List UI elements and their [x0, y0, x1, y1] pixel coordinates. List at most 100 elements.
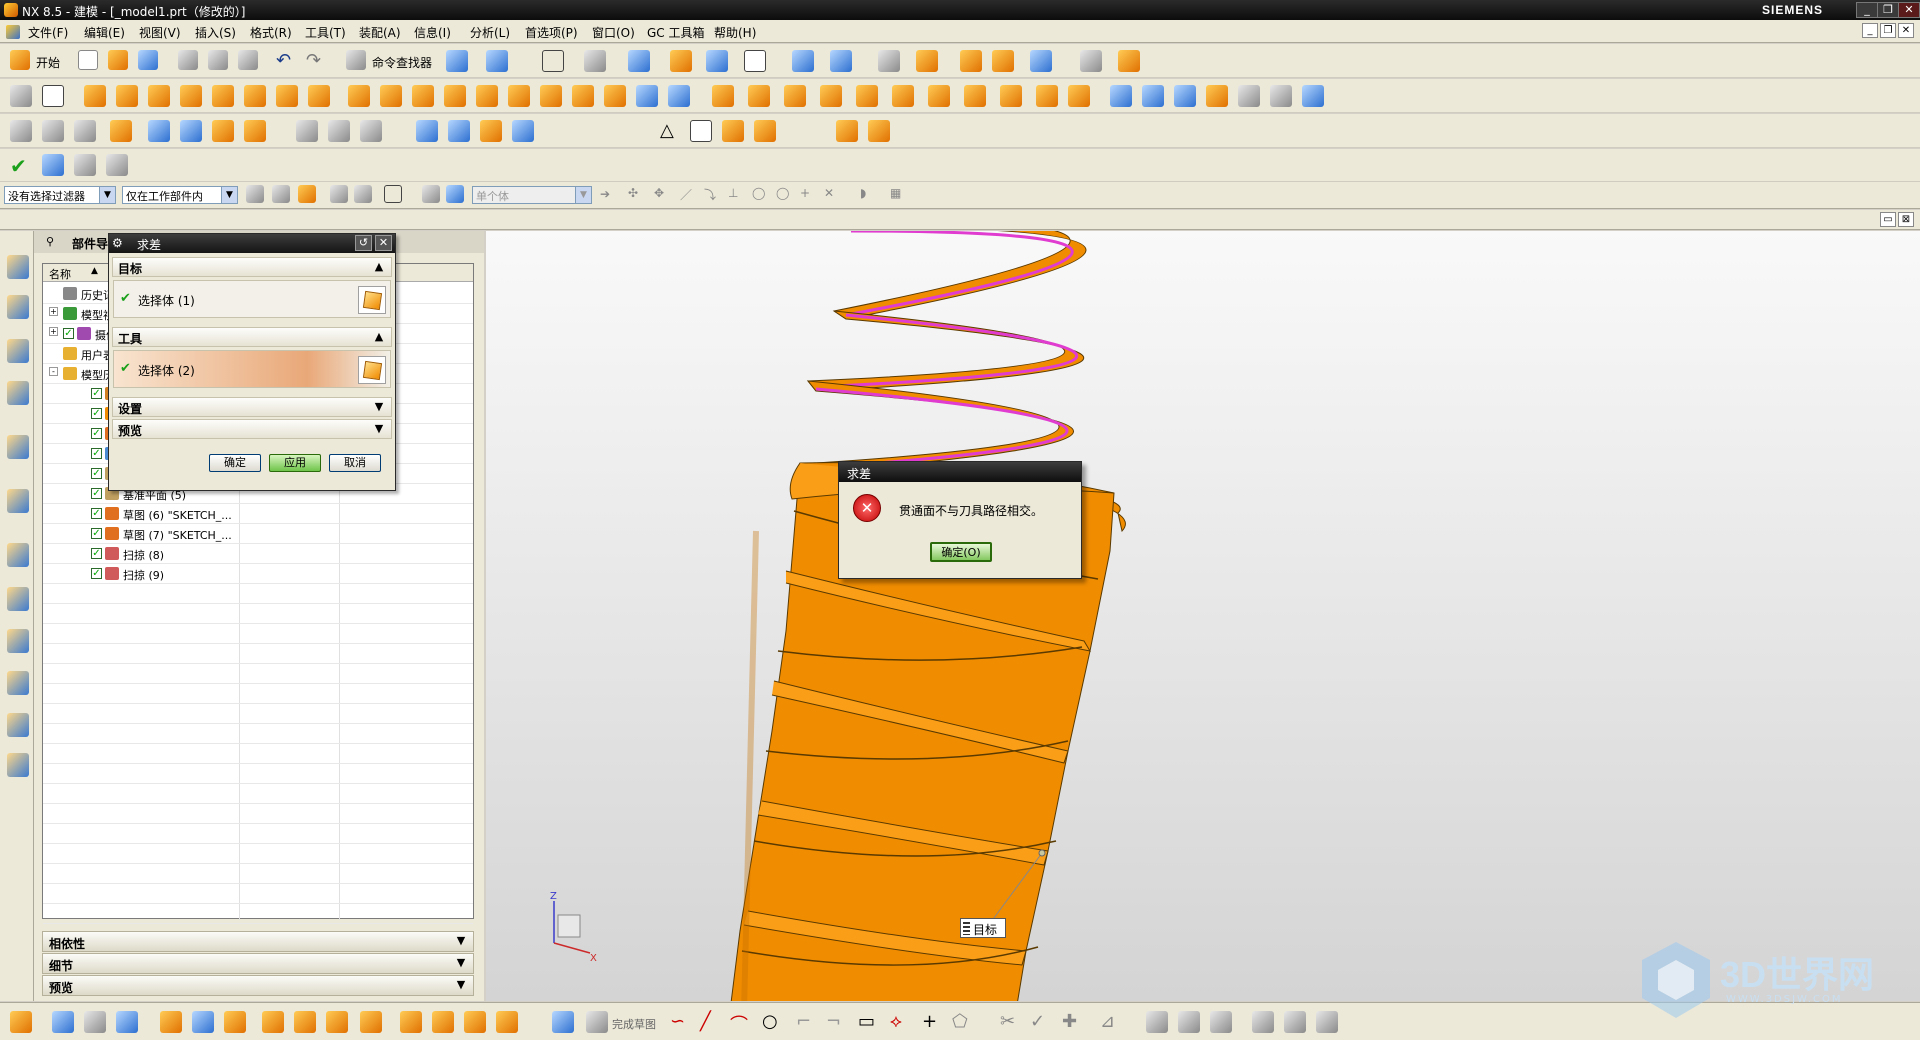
toolbar-icon[interactable]: [928, 85, 950, 107]
toolbar-icon[interactable]: [830, 50, 852, 72]
settings-section-header[interactable]: 设置 ▼: [112, 397, 392, 417]
type-filter-dropdown[interactable]: 没有选择过滤器 ▼: [4, 186, 116, 204]
expand-icon[interactable]: +: [49, 307, 58, 316]
new-file-icon[interactable]: [78, 50, 98, 70]
toolbar-icon[interactable]: [10, 1011, 32, 1033]
menu-gc-toolbox[interactable]: GC 工具箱: [647, 24, 705, 41]
minimize-button[interactable]: _: [1856, 2, 1878, 18]
snap-icon[interactable]: ◗: [860, 186, 866, 200]
toolbar-icon[interactable]: [212, 120, 234, 142]
finish-sketch-icon[interactable]: [586, 1011, 608, 1033]
background-icon[interactable]: [744, 50, 766, 72]
toolbar-icon[interactable]: [148, 120, 170, 142]
section-dependencies[interactable]: 相依性 ▼: [42, 931, 474, 952]
menu-window[interactable]: 窗口(O): [592, 24, 635, 41]
toolbar-icon[interactable]: [180, 120, 202, 142]
part-navigator-icon[interactable]: [7, 339, 29, 363]
save-icon[interactable]: [138, 50, 158, 70]
toolbar-icon[interactable]: [422, 185, 440, 203]
visibility-checkbox[interactable]: ✓: [91, 568, 102, 579]
redo-icon[interactable]: ↷: [306, 50, 321, 71]
toolbar-icon[interactable]: [636, 85, 658, 107]
toolbar-icon[interactable]: [262, 1011, 284, 1033]
unite-icon[interactable]: [348, 85, 370, 107]
target-select-body-row[interactable]: ✔ 选择体 (1): [113, 280, 391, 318]
toolbar-icon[interactable]: [446, 50, 468, 72]
tool-select-body-row[interactable]: ✔ 选择体 (2): [113, 350, 391, 388]
restore-button[interactable]: ❐: [1877, 2, 1899, 18]
maximize-view-icon[interactable]: ⊠: [1898, 212, 1914, 227]
extend-icon[interactable]: ✓: [1030, 1011, 1045, 1032]
column-header-name[interactable]: 名称: [49, 266, 71, 282]
toolbar-icon[interactable]: [1036, 85, 1058, 107]
history-icon[interactable]: [7, 543, 29, 567]
toolbar-icon[interactable]: [1142, 85, 1164, 107]
snap-icon[interactable]: ▦: [890, 186, 901, 200]
toolbar-icon[interactable]: [52, 1011, 74, 1033]
toolbar-icon[interactable]: [480, 120, 502, 142]
toolbar-icon[interactable]: [1210, 1011, 1232, 1033]
toolbar-icon[interactable]: [486, 50, 508, 72]
visibility-checkbox[interactable]: ✓: [91, 488, 102, 499]
select-body-button[interactable]: [358, 286, 386, 314]
circle-icon[interactable]: ○: [762, 1011, 778, 1032]
expand-icon[interactable]: +: [49, 327, 58, 336]
tree-row[interactable]: ✓ 扫掠 (9): [43, 564, 473, 584]
visibility-checkbox[interactable]: ✓: [91, 528, 102, 539]
collapse-icon[interactable]: -: [49, 367, 58, 376]
corner-icon[interactable]: ✚: [1062, 1011, 1077, 1032]
graphics-window[interactable]: Z X: [486, 218, 1920, 1012]
toolbar-icon[interactable]: [540, 85, 562, 107]
open-folder-icon[interactable]: [108, 50, 128, 70]
snap-icon[interactable]: ◯: [776, 186, 789, 200]
toolbar-icon[interactable]: [160, 1011, 182, 1033]
menu-insert[interactable]: 插入(S): [195, 24, 236, 41]
toolbar-icon[interactable]: [294, 1011, 316, 1033]
toolbar-icon[interactable]: [1068, 85, 1090, 107]
menu-file[interactable]: 文件(F): [28, 24, 68, 41]
toolbar-icon[interactable]: [84, 1011, 106, 1033]
toolbar-icon[interactable]: [722, 120, 744, 142]
toolbar-icon[interactable]: [42, 120, 64, 142]
toolbar-icon[interactable]: [1080, 50, 1102, 72]
toolbar-icon[interactable]: [706, 50, 728, 72]
toolbar-icon[interactable]: [448, 120, 470, 142]
reuse-library-icon[interactable]: [7, 381, 29, 405]
snap-icon[interactable]: ⊥: [728, 186, 738, 200]
toolbar-icon[interactable]: [180, 85, 202, 107]
toolbar-icon[interactable]: [360, 120, 382, 142]
sketch-icon[interactable]: [10, 85, 32, 107]
target-section-header[interactable]: 目标 ▲: [112, 257, 392, 277]
profile-icon[interactable]: ∽: [670, 1011, 685, 1032]
palette-icon[interactable]: [7, 629, 29, 653]
toolbar-icon[interactable]: [298, 185, 316, 203]
menu-tools[interactable]: 工具(T): [305, 24, 346, 41]
snap-icon[interactable]: ⤵: [704, 186, 716, 203]
constraint-navigator-icon[interactable]: [7, 295, 29, 319]
toolbar-icon[interactable]: [784, 85, 806, 107]
menu-info[interactable]: 信息(I): [414, 24, 451, 41]
toolbar-icon[interactable]: [360, 1011, 382, 1033]
visibility-checkbox[interactable]: ✓: [91, 508, 102, 519]
copy-icon[interactable]: [208, 50, 228, 70]
toolbar-icon[interactable]: [892, 85, 914, 107]
point-icon[interactable]: +: [922, 1011, 937, 1032]
visibility-checkbox[interactable]: ✓: [91, 448, 102, 459]
toolbar-icon[interactable]: [1000, 85, 1022, 107]
tile-view-icon[interactable]: ▭: [1880, 212, 1896, 227]
triangle-icon[interactable]: △: [660, 120, 674, 141]
toolbar-icon[interactable]: [464, 1011, 486, 1033]
mdi-minimize-button[interactable]: _: [1862, 23, 1878, 38]
close-button[interactable]: ✕: [1898, 2, 1920, 18]
menu-view[interactable]: 视图(V): [139, 24, 181, 41]
render-style-icon[interactable]: [584, 50, 606, 72]
undo-icon[interactable]: ↶: [276, 50, 291, 71]
toolbar-icon[interactable]: [1030, 50, 1052, 72]
toolbar-icon[interactable]: [380, 85, 402, 107]
toolbar-icon[interactable]: [224, 1011, 246, 1033]
error-ok-button[interactable]: 确定(O): [930, 542, 992, 562]
toolbar-icon[interactable]: [1146, 1011, 1168, 1033]
toolbar-icon[interactable]: [1118, 50, 1140, 72]
toolbar-icon[interactable]: [330, 185, 348, 203]
toolbar-icon[interactable]: [964, 85, 986, 107]
